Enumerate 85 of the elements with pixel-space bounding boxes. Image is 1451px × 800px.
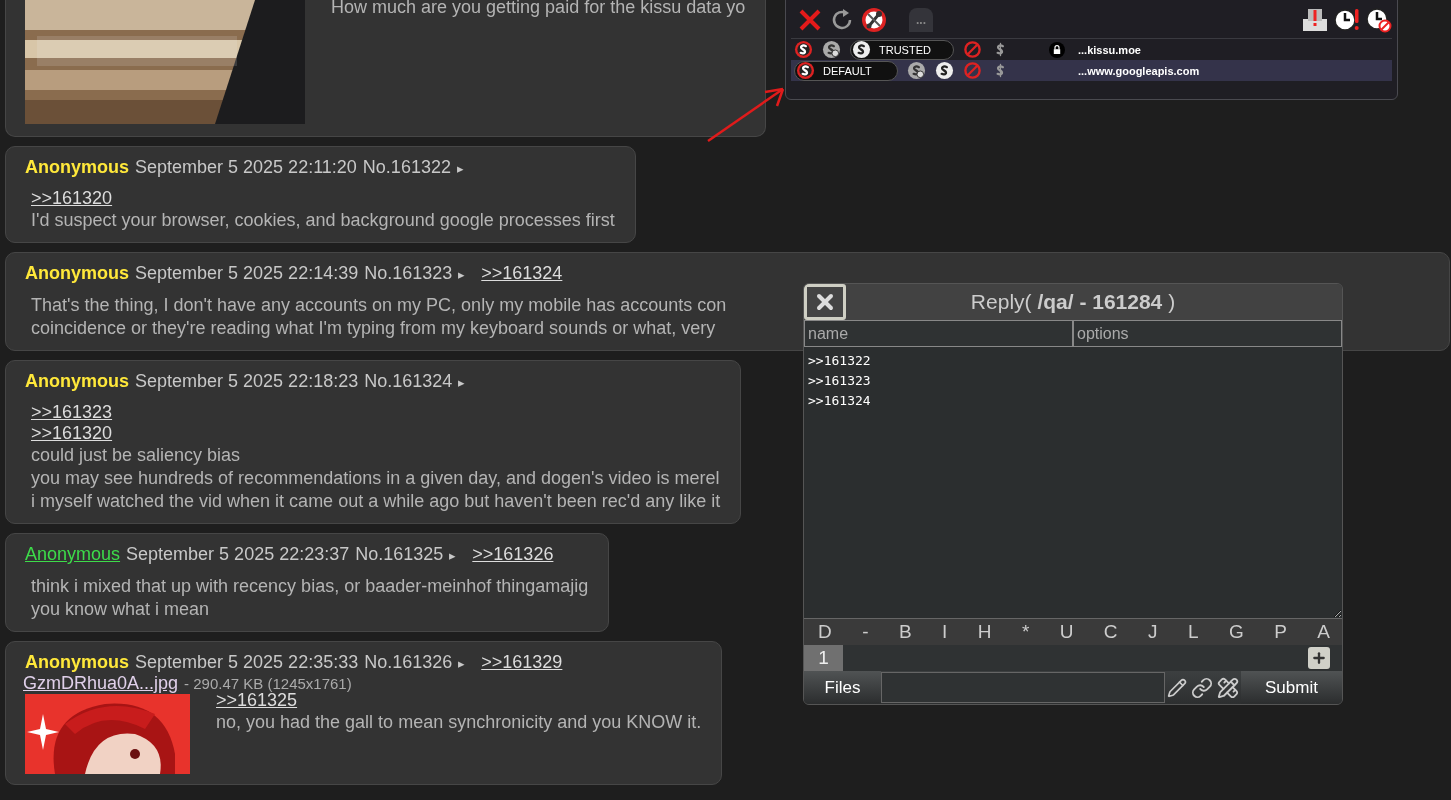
preset-button[interactable]: TRUSTED [850, 39, 954, 60]
file-field[interactable] [881, 672, 1165, 703]
clock-alert-icon[interactable] [1334, 6, 1360, 33]
post-menu-arrow[interactable]: ▸ [449, 548, 457, 563]
pencil-icon[interactable] [1165, 677, 1189, 698]
post-text: could just be saliency bias [31, 444, 241, 467]
format-button[interactable]: I [942, 621, 948, 643]
files-button[interactable]: Files [804, 671, 881, 704]
poster-name: Anonymous [25, 652, 129, 673]
more-button[interactable]: ... [909, 7, 933, 32]
format-button[interactable]: B [898, 621, 912, 643]
file-link[interactable]: GzmDRhua0A...jpg [23, 673, 179, 694]
post-date: September 5 2025 22:14:39 [135, 263, 359, 284]
untrusted-preset-icon[interactable] [963, 61, 982, 80]
close-button[interactable] [804, 284, 846, 320]
preset-button[interactable]: DEFAULT [794, 60, 898, 81]
post-text: you may see hundreds of recommendations in a given day, and dogen's video is merel [31, 467, 720, 490]
file-info: - 290.47 KB (1245x1761) [184, 675, 352, 692]
post-menu-arrow[interactable]: ▸ [458, 267, 466, 282]
post-text: no, you had the gall to mean synchronicity and you KNOW it. [216, 711, 702, 734]
format-button[interactable]: - [862, 621, 869, 643]
format-button[interactable]: A [1317, 621, 1330, 643]
post-text: think i mixed that up with recency bias, or baader-meinhof thingamajig [31, 575, 589, 598]
site-row[interactable]: TRUSTED ...kissu.moe [791, 39, 1392, 60]
quote-link[interactable]: >>161320 [31, 188, 113, 209]
post-text: I'd suspect your browser, cookies, and background google processes first [31, 209, 615, 232]
temp-preset-icon[interactable] [822, 40, 841, 59]
post-date: September 5 2025 22:35:33 [135, 652, 359, 673]
poster-name: Anonymous [25, 157, 129, 178]
clock-block-icon[interactable] [1366, 6, 1392, 33]
preset-icon [796, 61, 815, 80]
message-field[interactable]: >>161322 >>161323 >>161324 [804, 347, 1342, 619]
format-button[interactable]: U [1059, 621, 1074, 643]
post-text: coincidence or they're reading what I'm typing from my keyboard sounds or what, very [31, 317, 716, 340]
poster-name: Anonymous [25, 371, 129, 392]
site-row[interactable]: DEFAULT ...www.googleapis.com [791, 60, 1392, 81]
post-date: September 5 2025 22:23:37 [126, 544, 350, 565]
pencil-ruler-icon[interactable] [1215, 676, 1241, 699]
plus-icon [1311, 650, 1327, 666]
post-number[interactable]: No.161323 [364, 263, 453, 284]
post-text: How much are you getting paid for the kissu data yo [331, 0, 746, 19]
quote-link[interactable]: >>161323 [31, 402, 113, 423]
submit-button[interactable]: Submit [1241, 671, 1342, 704]
reply-link[interactable]: >>161324 [481, 263, 563, 284]
post-date: September 5 2025 22:11:20 [135, 157, 357, 178]
link-icon[interactable] [1189, 676, 1215, 699]
format-button[interactable]: J [1148, 621, 1158, 643]
post-text: you know what i mean [31, 598, 210, 621]
post-menu-arrow[interactable]: ▸ [458, 375, 466, 390]
reply-link[interactable]: >>161326 [472, 544, 554, 565]
post-number[interactable]: No.161325 [355, 544, 444, 565]
poster-name[interactable]: Anonymous [25, 544, 121, 565]
quote-link[interactable]: >>161320 [31, 423, 113, 444]
post-number[interactable]: No.161322 [362, 157, 451, 178]
site-domain: ...www.googleapis.com [1078, 64, 1200, 77]
reply-link[interactable]: >>161329 [481, 652, 563, 673]
post-date: September 5 2025 22:18:23 [135, 371, 359, 392]
site-domain: ...kissu.moe [1078, 43, 1141, 56]
post-text: i myself watched the vid when it came out a while ago but haven't been rec'd any like it [31, 490, 721, 513]
warning-icon[interactable] [1302, 6, 1328, 33]
trusted-preset-icon[interactable] [935, 61, 954, 80]
post-text: That's the thing, I don't have any accounts on my PC, only my mobile has accounts con [31, 294, 727, 317]
options-field[interactable]: options [1073, 320, 1342, 347]
format-button[interactable]: C [1103, 621, 1118, 643]
format-button[interactable]: G [1228, 621, 1244, 643]
format-button[interactable]: L [1187, 621, 1199, 643]
post-menu-arrow[interactable]: ▸ [458, 656, 466, 671]
file-tab[interactable]: 1 [804, 645, 843, 671]
format-button[interactable]: H [977, 621, 992, 643]
quote-link[interactable]: >>161325 [216, 690, 298, 711]
format-button[interactable]: D [818, 621, 832, 643]
name-field[interactable]: name [804, 320, 1073, 347]
poster-name: Anonymous [25, 263, 129, 284]
format-button[interactable]: * [1021, 621, 1030, 643]
post-menu-arrow[interactable]: ▸ [456, 161, 464, 176]
post-number[interactable]: No.161324 [364, 371, 453, 392]
default-preset-icon[interactable] [794, 40, 813, 59]
preset-icon [852, 40, 871, 59]
settings-icon[interactable] [861, 6, 887, 33]
temp-preset-icon[interactable] [907, 61, 926, 80]
untrusted-preset-icon[interactable] [963, 40, 982, 59]
post-number[interactable]: No.161326 [364, 652, 453, 673]
add-button[interactable] [1308, 647, 1330, 669]
reply-title: Reply( /qa/ - 161284 ) [970, 290, 1176, 314]
format-button[interactable]: P [1274, 621, 1287, 643]
